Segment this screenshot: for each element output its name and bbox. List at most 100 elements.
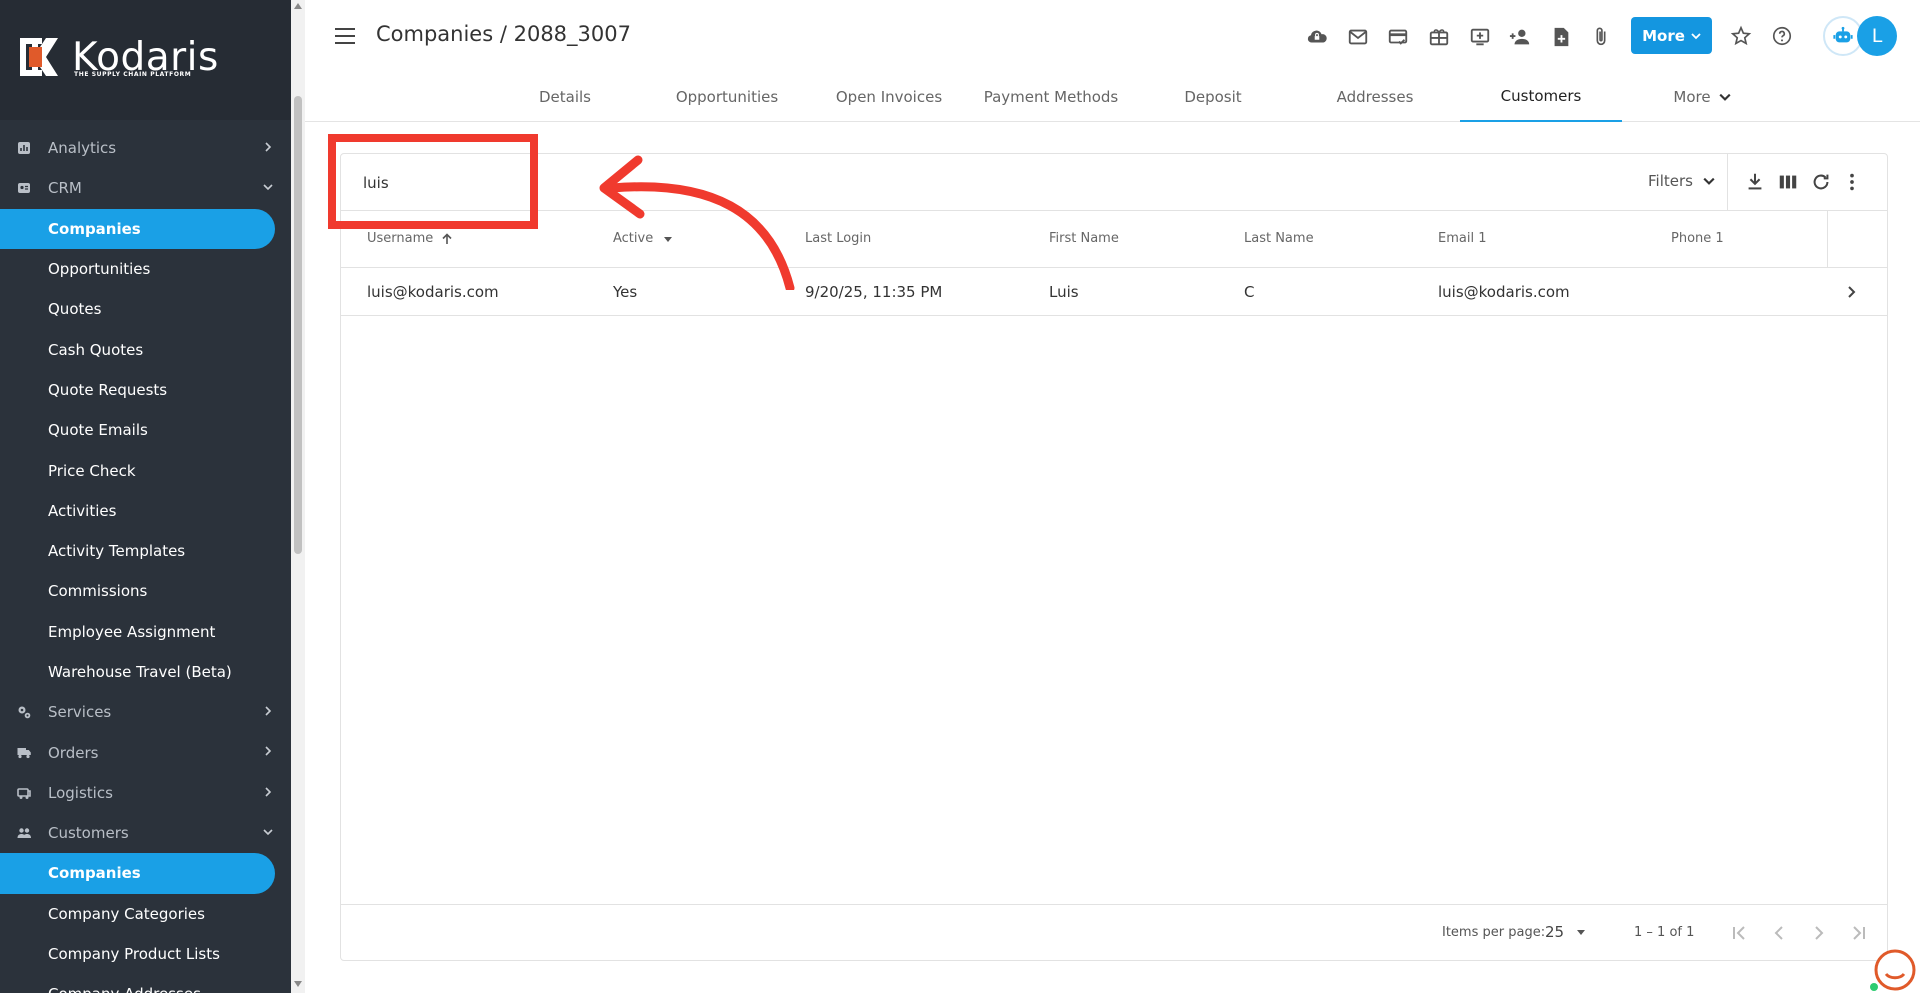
more-button[interactable]: More xyxy=(1631,17,1712,54)
column-header-last-login[interactable]: Last Login xyxy=(805,231,871,246)
sidebar-item-commissions[interactable]: Commissions xyxy=(0,571,291,611)
column-header-username[interactable]: Username xyxy=(367,231,453,246)
customers-table-card: Filters Username Active Last Login First… xyxy=(340,153,1888,961)
sidebar-item-orders[interactable]: Orders xyxy=(0,732,291,772)
sidebar-item-label: Warehouse Travel (Beta) xyxy=(48,663,232,681)
sidebar-item-label: Commissions xyxy=(48,582,148,601)
column-header-last-name[interactable]: Last Name xyxy=(1244,231,1314,246)
sidebar-item-quote-emails[interactable]: Quote Emails xyxy=(0,410,291,450)
mail-icon[interactable] xyxy=(1346,26,1370,48)
sidebar-item-label: Company Categories xyxy=(48,904,205,923)
add-monitor-icon[interactable] xyxy=(1468,26,1492,48)
sidebar-item-cash-quotes[interactable]: Cash Quotes xyxy=(0,329,291,369)
sidebar-item-logistics[interactable]: Logistics xyxy=(0,773,291,813)
page-title: Companies / 2088_3007 xyxy=(376,22,631,46)
previous-page-icon[interactable] xyxy=(1769,923,1789,943)
gift-card-icon[interactable] xyxy=(1427,26,1451,48)
more-vert-icon[interactable] xyxy=(1841,171,1863,193)
sidebar-item-label: Company Addresses xyxy=(48,985,201,993)
sidebar-item-company-product-lists[interactable]: Company Product Lists xyxy=(0,934,291,974)
last-page-icon[interactable] xyxy=(1849,923,1869,943)
kodaris-logo-icon xyxy=(20,38,58,76)
card-check-icon[interactable] xyxy=(1386,26,1410,48)
sidebar-item-employee-assignment[interactable]: Employee Assignment xyxy=(0,612,291,652)
chevron-right-icon xyxy=(265,142,272,152)
table-row[interactable]: luis@kodaris.com Yes 9/20/25, 11:35 PM L… xyxy=(341,268,1887,316)
column-label: Email 1 xyxy=(1438,231,1487,246)
tab-open-invoices[interactable]: Open Invoices xyxy=(809,72,969,122)
column-header-email[interactable]: Email 1 xyxy=(1438,231,1486,246)
chevron-right-icon xyxy=(265,746,272,757)
sidebar-item-price-check[interactable]: Price Check xyxy=(0,450,291,490)
download-icon[interactable] xyxy=(1744,171,1766,193)
column-label: Username xyxy=(367,231,434,246)
sidebar-item-companies[interactable]: Companies xyxy=(0,853,275,894)
tab-deposit[interactable]: Deposit xyxy=(1133,72,1293,122)
items-per-page-select[interactable]: 25 xyxy=(1545,923,1588,941)
cloud-lock-icon[interactable] xyxy=(1305,26,1329,48)
refresh-icon[interactable] xyxy=(1810,171,1832,193)
sidebar-item-company-addresses[interactable]: Company Addresses xyxy=(0,974,291,993)
tab-payment-methods[interactable]: Payment Methods xyxy=(971,72,1131,122)
sidebar-item-quote-requests[interactable]: Quote Requests xyxy=(0,370,291,410)
sidebar-item-label: Orders xyxy=(48,743,99,762)
column-label: Last Login xyxy=(805,231,872,246)
sidebar-item-companies[interactable]: Companies xyxy=(0,208,275,249)
tab-opportunities[interactable]: Opportunities xyxy=(647,72,807,122)
chevron-right-icon[interactable] xyxy=(1843,284,1859,300)
cell-last-name: C xyxy=(1244,283,1255,301)
column-header-phone[interactable]: Phone 1 xyxy=(1671,231,1724,246)
sidebar-item-label: Company Product Lists xyxy=(48,945,220,964)
filters-button[interactable]: Filters xyxy=(1648,172,1715,190)
sidebar-item-quotes[interactable]: Quotes xyxy=(0,289,291,329)
sidebar-item-company-categories[interactable]: Company Categories xyxy=(0,894,291,934)
sidebar-item-label: Activity Templates xyxy=(48,542,186,561)
crm-icon xyxy=(18,183,30,194)
paperclip-icon[interactable] xyxy=(1589,26,1613,48)
cell-first-name: Luis xyxy=(1049,283,1079,301)
sidebar-item-warehouse-travel-beta[interactable]: Warehouse Travel (Beta) xyxy=(0,652,291,692)
sidebar-item-services[interactable]: Services xyxy=(0,692,291,732)
sidebar-item-opportunities[interactable]: Opportunities xyxy=(0,249,291,289)
columns-icon[interactable] xyxy=(1777,171,1799,193)
first-page-icon[interactable] xyxy=(1729,923,1749,943)
sidebar-item-label: Customers xyxy=(48,824,129,843)
items-per-page-label: Items per page: xyxy=(1442,925,1546,940)
brand-tagline: THE SUPPLY CHAIN PLATFORM xyxy=(74,71,192,78)
scroll-down-icon[interactable] xyxy=(294,981,302,987)
items-per-page-value: 25 xyxy=(1545,923,1565,941)
chevron-down-icon xyxy=(1703,177,1715,185)
sidebar-item-customers[interactable]: Customers xyxy=(0,813,291,853)
sidebar-item-label: Analytics xyxy=(48,139,117,158)
sidebar-item-crm[interactable]: CRM xyxy=(0,168,291,208)
tab-more[interactable]: More xyxy=(1622,72,1782,122)
tab-customers[interactable]: Customers xyxy=(1460,72,1622,122)
table-paginator: Items per page: 25 1 – 1 of 1 xyxy=(341,904,1887,961)
sidebar-item-analytics[interactable]: Analytics xyxy=(0,128,291,168)
tab-details[interactable]: Details xyxy=(485,72,645,122)
star-icon[interactable] xyxy=(1729,25,1753,47)
sidebar-item-activity-templates[interactable]: Activity Templates xyxy=(0,531,291,571)
arrow-up-icon xyxy=(442,232,452,244)
next-page-icon[interactable] xyxy=(1809,923,1829,943)
cell-username: luis@kodaris.com xyxy=(367,283,499,301)
menu-icon[interactable] xyxy=(335,28,355,44)
chat-support-icon[interactable] xyxy=(1866,943,1916,993)
tab-addresses[interactable]: Addresses xyxy=(1295,72,1455,122)
chevron-down-icon xyxy=(263,829,273,836)
sidebar-item-label: Activities xyxy=(48,501,117,520)
user-avatar[interactable]: L xyxy=(1857,16,1897,56)
add-person-icon[interactable] xyxy=(1508,26,1532,48)
sidebar-nav: Analytics CRM Companies Opportunities Quotes… xyxy=(0,128,291,993)
sidebar-scrollbar[interactable] xyxy=(291,0,305,993)
table-toolbar: Filters xyxy=(341,154,1887,211)
scroll-up-icon[interactable] xyxy=(294,3,302,9)
brand-header: Kodaris THE SUPPLY CHAIN PLATFORM xyxy=(0,0,291,120)
column-header-first-name[interactable]: First Name xyxy=(1049,231,1119,246)
help-icon[interactable] xyxy=(1770,25,1794,47)
robot-icon xyxy=(1833,26,1853,43)
scroll-thumb[interactable] xyxy=(294,96,302,554)
add-file-icon[interactable] xyxy=(1549,26,1573,48)
chevron-down-icon xyxy=(1719,93,1731,101)
sidebar-item-activities[interactable]: Activities xyxy=(0,491,291,531)
